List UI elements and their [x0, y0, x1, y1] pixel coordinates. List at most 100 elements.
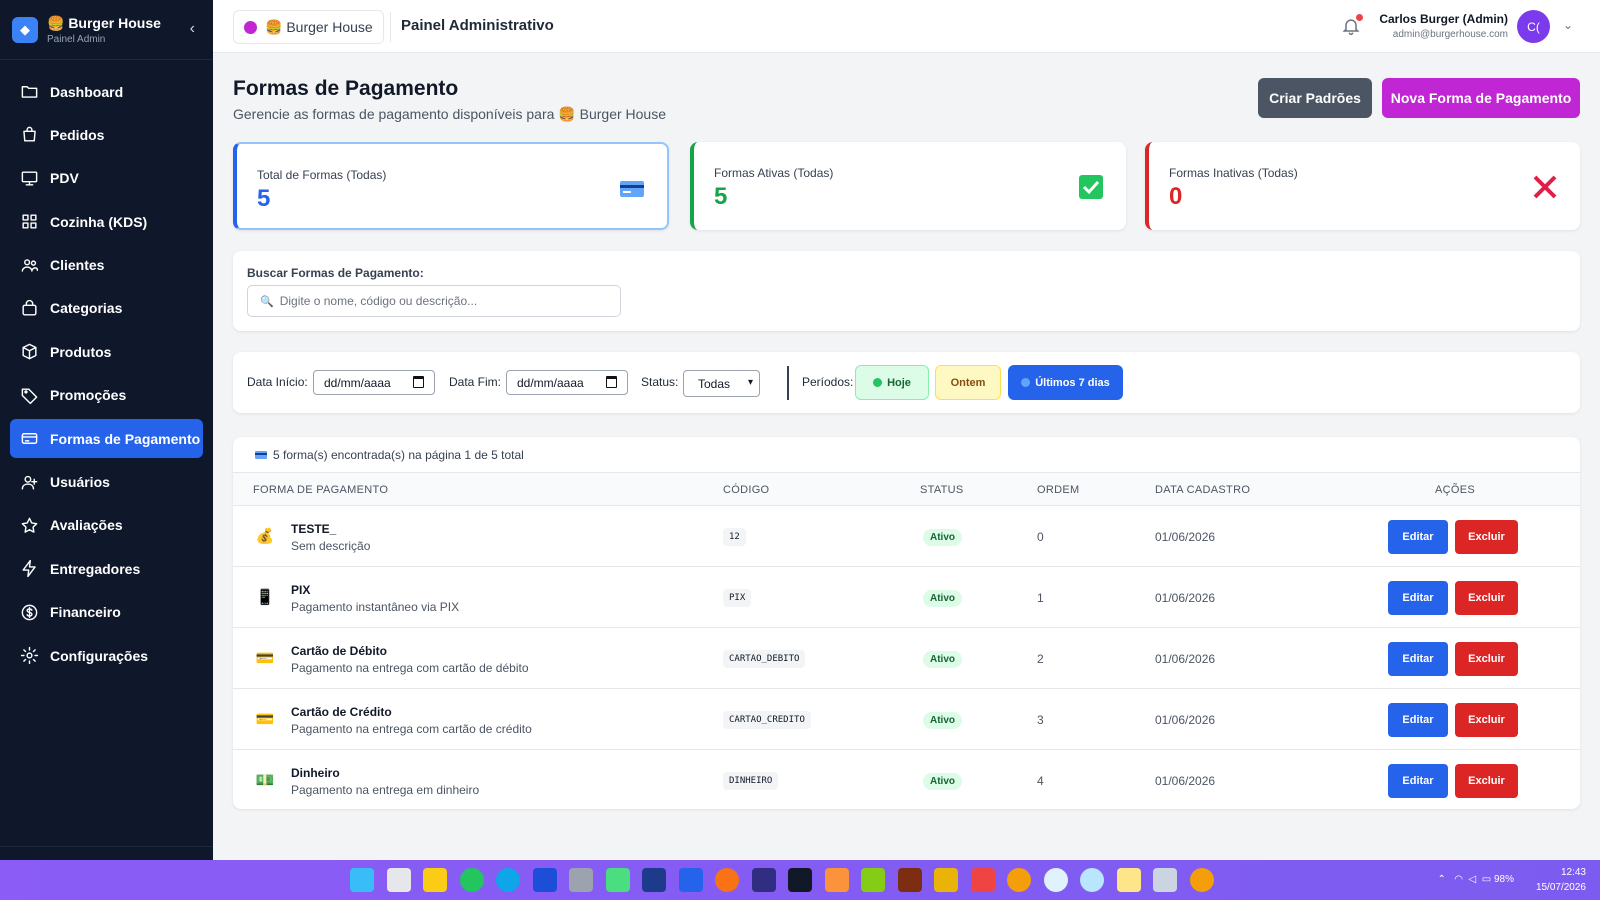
users-icon	[21, 258, 39, 272]
period-today-button[interactable]: Hoje	[855, 365, 929, 400]
create-defaults-button[interactable]: Criar Padrões	[1258, 78, 1372, 118]
sidebar-item-dashboard[interactable]: Dashboard	[10, 72, 203, 111]
period-7days-button[interactable]: Últimos 7 dias	[1008, 365, 1123, 400]
method-date: 01/06/2026	[1155, 530, 1216, 544]
clock-time: 12:43	[1560, 867, 1586, 878]
period-7days-label: Últimos 7 dias	[1035, 376, 1110, 389]
wifi-icon[interactable]: ◠	[1454, 874, 1463, 885]
sidebar-item-cozinha[interactable]: Cozinha (KDS)	[10, 202, 203, 241]
star-icon	[21, 517, 38, 533]
user-info[interactable]: Carlos Burger (Admin) admin@burgerhouse.…	[1379, 12, 1508, 40]
delete-button[interactable]: Excluir	[1455, 703, 1518, 737]
paint-icon[interactable]	[1116, 868, 1141, 892]
delete-button[interactable]: Excluir	[1455, 642, 1518, 676]
calendar-icon[interactable]	[606, 376, 617, 388]
delete-button[interactable]: Excluir	[1455, 764, 1518, 798]
anydesk-icon[interactable]	[970, 868, 995, 892]
edit-button[interactable]: Editar	[1388, 703, 1448, 737]
calendar-icon[interactable]	[413, 376, 424, 388]
powerbi-icon[interactable]	[934, 868, 958, 892]
period-yesterday-button[interactable]: Ontem	[935, 365, 1001, 400]
store-app-icon[interactable]	[386, 868, 411, 892]
search-label: Buscar Formas de Pagamento:	[247, 266, 424, 280]
table-summary-text: 5 forma(s) encontrada(s) na página 1 de …	[273, 447, 524, 462]
edit-button[interactable]: Editar	[1388, 764, 1448, 798]
sidebar-item-clientes[interactable]: Clientes	[10, 246, 203, 285]
volume-icon[interactable]: ◁	[1468, 874, 1476, 885]
sidebar-item-label: Financeiro	[50, 604, 121, 621]
end-date-input[interactable]: dd/mm/aaaa	[506, 370, 628, 395]
chrome-icon[interactable]	[1007, 868, 1031, 892]
table-row: 💳 Cartão de Débito Pagamento na entrega …	[233, 628, 1580, 689]
method-name: TESTE_	[291, 522, 337, 536]
battery-icon[interactable]: ▭	[1482, 874, 1491, 885]
new-payment-method-button[interactable]: Nova Forma de Pagamento	[1382, 78, 1580, 118]
notepad-icon[interactable]	[861, 868, 885, 892]
postman-icon[interactable]	[715, 868, 739, 892]
sidebar-item-label: Categorias	[50, 300, 123, 317]
edit-button[interactable]: Editar	[1388, 581, 1448, 615]
chat-icon[interactable]	[605, 868, 630, 892]
method-code: CARTAO_DEBITO	[723, 650, 806, 668]
stat-value: 5	[714, 183, 728, 210]
method-description: Sem descrição	[291, 539, 371, 553]
terminal-icon[interactable]	[788, 868, 812, 892]
sidebar-item-formas-pagamento[interactable]: Formas de Pagamento	[10, 419, 203, 459]
start-date-input[interactable]: dd/mm/aaaa	[313, 370, 435, 395]
start-menu-icon[interactable]	[350, 868, 374, 892]
stat-label: Formas Ativas (Todas)	[714, 166, 834, 180]
notification-button[interactable]	[1341, 14, 1363, 36]
delete-button[interactable]: Excluir	[1455, 520, 1518, 554]
table-row: 📱 PIX Pagamento instantâneo via PIX PIX …	[233, 567, 1580, 628]
end-date-value: dd/mm/aaaa	[517, 375, 584, 390]
sidebar-item-label: Usuários	[50, 474, 110, 491]
method-description: Pagamento na entrega com cartão de crédi…	[291, 722, 532, 736]
chevron-up-icon[interactable]: ⌃	[1437, 874, 1445, 885]
search-input[interactable]: 🔍 Digite o nome, código ou descrição...	[247, 285, 621, 317]
credit-card-icon	[620, 181, 644, 197]
col-header-actions: AÇÕES	[1435, 484, 1476, 496]
edit-button[interactable]: Editar	[1388, 642, 1448, 676]
status-badge: Ativo	[923, 712, 962, 729]
method-name: Cartão de Crédito	[291, 705, 392, 719]
chevron-left-icon[interactable]: ‹	[190, 20, 195, 38]
sidebar-item-pedidos[interactable]: Pedidos	[10, 115, 203, 154]
whatsapp-icon[interactable]	[459, 868, 484, 892]
sidebar-item-usuarios[interactable]: Usuários	[10, 463, 203, 502]
sidebar-item-label: Clientes	[50, 257, 105, 274]
method-name: Dinheiro	[291, 766, 340, 780]
delete-button[interactable]: Excluir	[1455, 581, 1518, 615]
sidebar-item-financeiro[interactable]: Financeiro	[10, 593, 203, 632]
sidebar-item-produtos[interactable]: Produtos	[10, 332, 203, 371]
chrome-icon[interactable]	[1189, 868, 1214, 892]
sidebar-item-categorias[interactable]: Categorias	[10, 289, 203, 328]
edge-icon[interactable]	[496, 868, 520, 892]
app-icon[interactable]	[824, 868, 849, 892]
avatar[interactable]: C(	[1517, 10, 1550, 43]
start-date-value: dd/mm/aaaa	[324, 375, 391, 390]
col-header-status: STATUS	[920, 484, 964, 496]
app-icon[interactable]	[1080, 868, 1104, 892]
sidebar-item-configuracoes[interactable]: Configurações	[10, 636, 203, 675]
illustrator-icon[interactable]	[897, 868, 922, 892]
file-explorer-icon[interactable]	[423, 868, 447, 892]
sidebar-item-entregadores[interactable]: Entregadores	[10, 549, 203, 588]
status-select[interactable]: Todas ▾	[683, 370, 760, 397]
database-icon[interactable]	[569, 868, 593, 892]
system-tray[interactable]: ⌃ ◠ ◁ ▭ 98%	[1437, 874, 1514, 885]
sidebar-item-avaliacoes[interactable]: Avaliações	[10, 506, 203, 545]
clock[interactable]: 12:43 15/07/2026	[1536, 865, 1586, 895]
store-selector[interactable]: 🍔 Burger House	[233, 10, 384, 44]
sidebar-item-promocoes[interactable]: Promoções	[10, 376, 203, 415]
sidebar-item-pdv[interactable]: PDV	[10, 159, 203, 198]
table-row: 💵 Dinheiro Pagamento na entrega em dinhe…	[233, 750, 1580, 809]
app-icon[interactable]	[532, 868, 557, 892]
calculator-icon[interactable]	[1153, 868, 1177, 892]
app-icon[interactable]	[1043, 868, 1068, 892]
visual-studio-icon[interactable]	[642, 868, 666, 892]
powershell-icon[interactable]	[751, 868, 776, 892]
vscode-icon[interactable]	[678, 868, 703, 892]
chevron-down-icon[interactable]: ⌄	[1563, 18, 1573, 32]
battery-level: 98%	[1493, 874, 1514, 885]
edit-button[interactable]: Editar	[1388, 520, 1448, 554]
